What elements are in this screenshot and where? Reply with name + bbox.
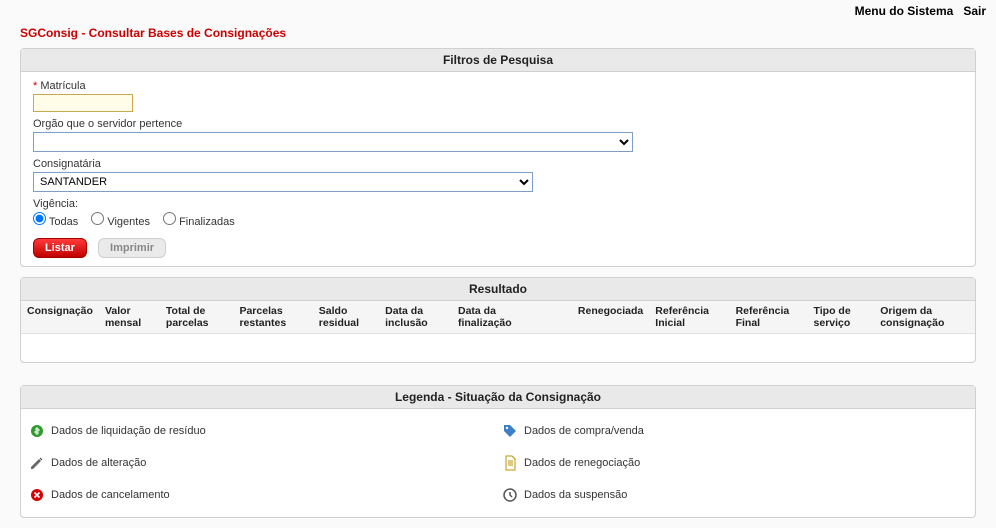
cancel-icon [29,487,45,503]
col-valor-mensal: Valor mensal [99,301,160,334]
matricula-input[interactable] [33,94,133,112]
col-saldo-residual: Saldo residual [313,301,379,334]
col-spacer1 [536,301,548,334]
legend-label: Dados de liquidação de resíduo [51,425,206,437]
vigencia-label: Vigência: [33,198,963,210]
col-ref-final: Referência Final [730,301,808,334]
col-total-parcelas: Total de parcelas [160,301,234,334]
col-ref-inicial: Referência Inicial [649,301,729,334]
document-icon [502,455,518,471]
result-panel: Resultado Consignação Valor mensal Total… [20,277,976,363]
legend-header: Legenda - Situação da Consignação [21,386,975,409]
vigencia-todas[interactable]: Todas [33,216,81,228]
table-row [21,334,975,362]
col-consignacao: Consignação [21,301,99,334]
col-tipo-servico: Tipo de serviço [808,301,875,334]
vigencia-vigentes-radio[interactable] [91,212,104,225]
legend-item-liquidacao: Dados de liquidação de resíduo [25,415,498,447]
legend-item-suspensao: Dados da suspensão [498,479,971,511]
col-parcelas-restantes: Parcelas restantes [233,301,312,334]
legend-panel: Legenda - Situação da Consignação Dados … [20,385,976,518]
filters-panel: Filtros de Pesquisa * Matrícula Orgão qu… [20,48,976,267]
result-header: Resultado [21,278,975,301]
legend-item-compra-venda: Dados de compra/venda [498,415,971,447]
col-data-inclusao: Data da inclusão [379,301,452,334]
legend-label: Dados de renegociação [524,457,640,469]
page-title: SGConsig - Consultar Bases de Consignaçõ… [0,22,996,48]
listar-button[interactable]: Listar [33,238,87,258]
result-table: Consignação Valor mensal Total de parcel… [21,301,975,362]
menu-sistema-link[interactable]: Menu do Sistema [855,4,954,18]
orgao-select[interactable] [33,132,633,152]
legend-item-cancelamento: Dados de cancelamento [25,479,498,511]
col-origem: Origem da consignação [874,301,975,334]
currency-refresh-icon [29,423,45,439]
legend-label: Dados de compra/venda [524,425,644,437]
orgao-label: Orgão que o servidor pertence [33,118,963,130]
vigencia-finalizadas[interactable]: Finalizadas [163,216,235,228]
consignataria-select[interactable]: SANTANDER [33,172,533,192]
vigencia-finalizadas-radio[interactable] [163,212,176,225]
sair-link[interactable]: Sair [963,4,986,18]
col-spacer3 [560,301,572,334]
clock-icon [502,487,518,503]
edit-icon [29,455,45,471]
vigencia-vigentes[interactable]: Vigentes [91,216,153,228]
col-renegociada: Renegociada [572,301,649,334]
legend-item-renegociacao: Dados de renegociação [498,447,971,479]
col-spacer2 [548,301,560,334]
matricula-label: * Matrícula [33,80,963,92]
legend-label: Dados da suspensão [524,489,627,501]
imprimir-button[interactable]: Imprimir [98,238,166,258]
tag-icon [502,423,518,439]
legend-label: Dados de cancelamento [51,489,170,501]
legend-label: Dados de alteração [51,457,146,469]
col-data-finalizacao: Data da finalização [452,301,536,334]
vigencia-todas-radio[interactable] [33,212,46,225]
legend-item-alteracao: Dados de alteração [25,447,498,479]
filters-header: Filtros de Pesquisa [21,49,975,72]
consignataria-label: Consignatária [33,158,963,170]
